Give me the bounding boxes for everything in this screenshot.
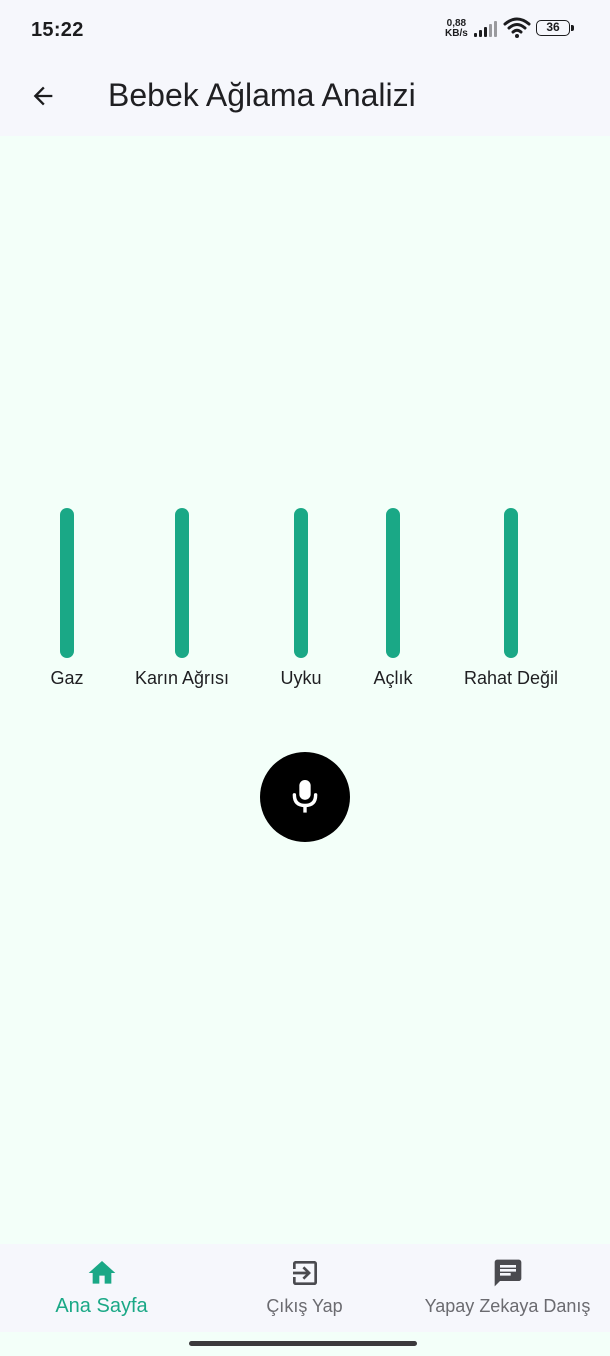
logout-icon <box>288 1256 322 1290</box>
cry-analysis-bars: Gaz Karın Ağrısı Uyku Açlık Rahat Değil <box>0 508 610 698</box>
nav-item-home[interactable]: Ana Sayfa <box>0 1244 203 1332</box>
page-title: Bebek Ağlama Analizi <box>108 77 416 113</box>
nav-label: Yapay Zekaya Danış <box>424 1296 591 1316</box>
chat-icon <box>491 1256 525 1290</box>
signal-icon <box>474 21 497 37</box>
bar-label: Rahat Değil <box>463 668 559 688</box>
nav-item-ai-chat[interactable]: Yapay Zekaya Danış <box>406 1244 609 1332</box>
status-bar: 15:22 0,88 KB/s 36 <box>0 0 610 60</box>
battery-icon: 36 <box>536 20 570 36</box>
nav-item-logout[interactable]: Çıkış Yap <box>203 1244 406 1332</box>
home-indicator[interactable] <box>189 1341 417 1346</box>
record-button[interactable] <box>260 752 350 842</box>
battery-tip <box>571 25 574 31</box>
bottom-navigation: Ana Sayfa Çıkış Yap Yapay Zekaya Danış <box>0 1244 610 1332</box>
network-speed-unit: KB/s <box>445 28 468 39</box>
level-bar <box>175 508 189 658</box>
network-speed: 0,88 KB/s <box>445 19 468 39</box>
microphone-icon <box>292 780 318 813</box>
level-bar <box>294 508 308 658</box>
level-bar <box>386 508 400 658</box>
home-icon <box>85 1256 119 1290</box>
nav-label: Çıkış Yap <box>266 1296 343 1316</box>
level-bar <box>504 508 518 658</box>
nav-label: Ana Sayfa <box>55 1295 148 1317</box>
back-button[interactable] <box>22 75 64 117</box>
level-bar <box>60 508 74 658</box>
status-time: 15:22 <box>31 19 84 41</box>
wifi-icon <box>503 17 531 38</box>
app-bar: Bebek Ağlama Analizi <box>0 60 610 136</box>
arrow-left-icon <box>33 86 53 106</box>
